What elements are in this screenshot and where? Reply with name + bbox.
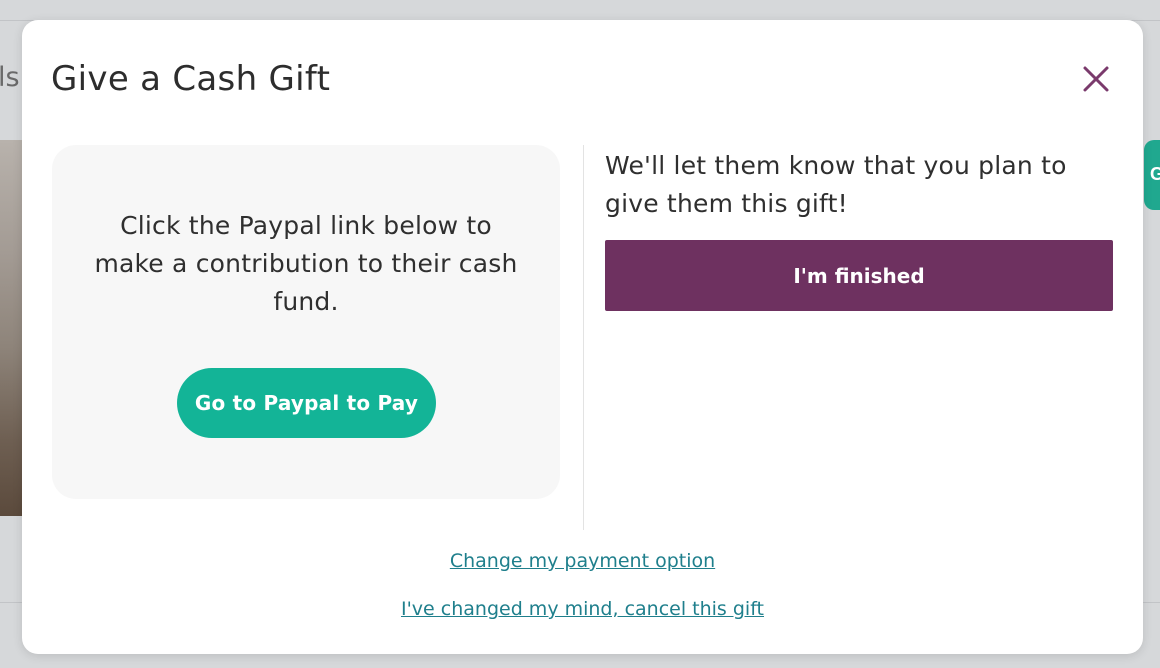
paypal-instructions: Click the Paypal link below to make a co… (94, 211, 518, 316)
background-tab-letter: G (1150, 164, 1160, 184)
paypal-panel: Click the Paypal link below to make a co… (52, 145, 560, 499)
background-text: ls (0, 62, 20, 93)
go-to-paypal-button[interactable]: Go to Paypal to Pay (177, 368, 436, 438)
cash-gift-modal: Give a Cash Gift Click the Paypal link b… (22, 20, 1143, 654)
panel-divider (583, 145, 584, 530)
modal-title: Give a Cash Gift (51, 59, 331, 99)
close-icon (1083, 66, 1109, 92)
notify-message: We'll let them know that you plan to giv… (605, 151, 1067, 218)
close-button[interactable] (1081, 64, 1111, 94)
cancel-gift-link[interactable]: I've changed my mind, cancel this gift (22, 598, 1143, 620)
background-photo (0, 140, 22, 516)
change-payment-link[interactable]: Change my payment option (22, 550, 1143, 572)
finished-button[interactable]: I'm finished (605, 240, 1113, 311)
